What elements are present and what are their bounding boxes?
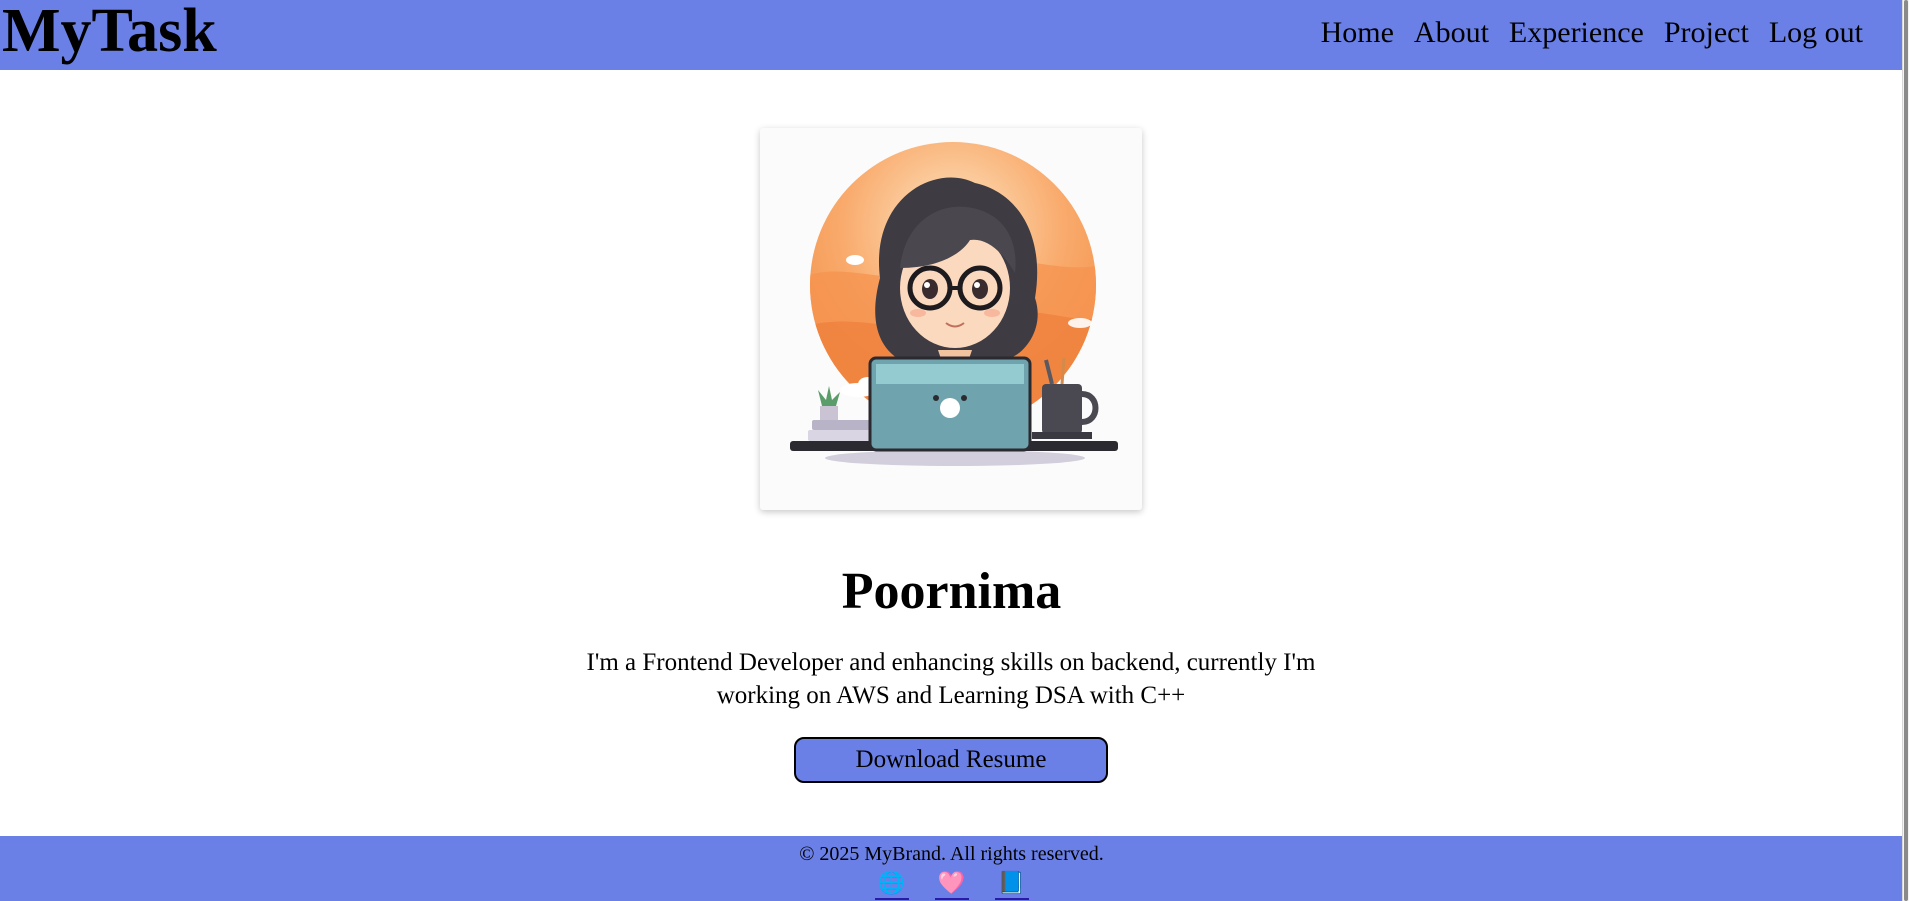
- nav-home-link[interactable]: Home: [1321, 16, 1394, 50]
- social-links: 🌐 🩷 📘: [0, 870, 1903, 900]
- avatar-illustration: [790, 142, 1118, 466]
- nav-about-link[interactable]: About: [1414, 16, 1489, 50]
- hero-section: Poornima I'm a Frontend Developer and en…: [0, 70, 1903, 836]
- heart-icon[interactable]: 🩷: [934, 870, 969, 900]
- nav-project-link[interactable]: Project: [1664, 16, 1749, 50]
- brand-logo[interactable]: MyTask: [2, 0, 217, 66]
- globe-icon[interactable]: 🌐: [874, 870, 909, 900]
- main-nav: Home About Experience Project Log out: [1321, 0, 1863, 66]
- scrollbar-thumb[interactable]: [1904, 0, 1908, 901]
- top-navbar: MyTask Home About Experience Project Log…: [0, 0, 1903, 70]
- nav-experience-link[interactable]: Experience: [1509, 16, 1644, 50]
- page-scrollbar[interactable]: [1902, 0, 1909, 901]
- copyright-text: © 2025 MyBrand. All rights reserved.: [799, 843, 1104, 865]
- book-icon[interactable]: 📘: [994, 870, 1029, 900]
- profile-name: Poornima: [841, 563, 1062, 620]
- page: MyTask Home About Experience Project Log…: [0, 0, 1909, 901]
- page-footer: © 2025 MyBrand. All rights reserved. 🌐 🩷…: [0, 836, 1903, 901]
- profile-avatar: [760, 128, 1142, 510]
- profile-bio: I'm a Frontend Developer and enhancing s…: [586, 649, 1316, 709]
- nav-logout-link[interactable]: Log out: [1769, 16, 1863, 50]
- download-resume-button[interactable]: Download Resume: [794, 737, 1108, 783]
